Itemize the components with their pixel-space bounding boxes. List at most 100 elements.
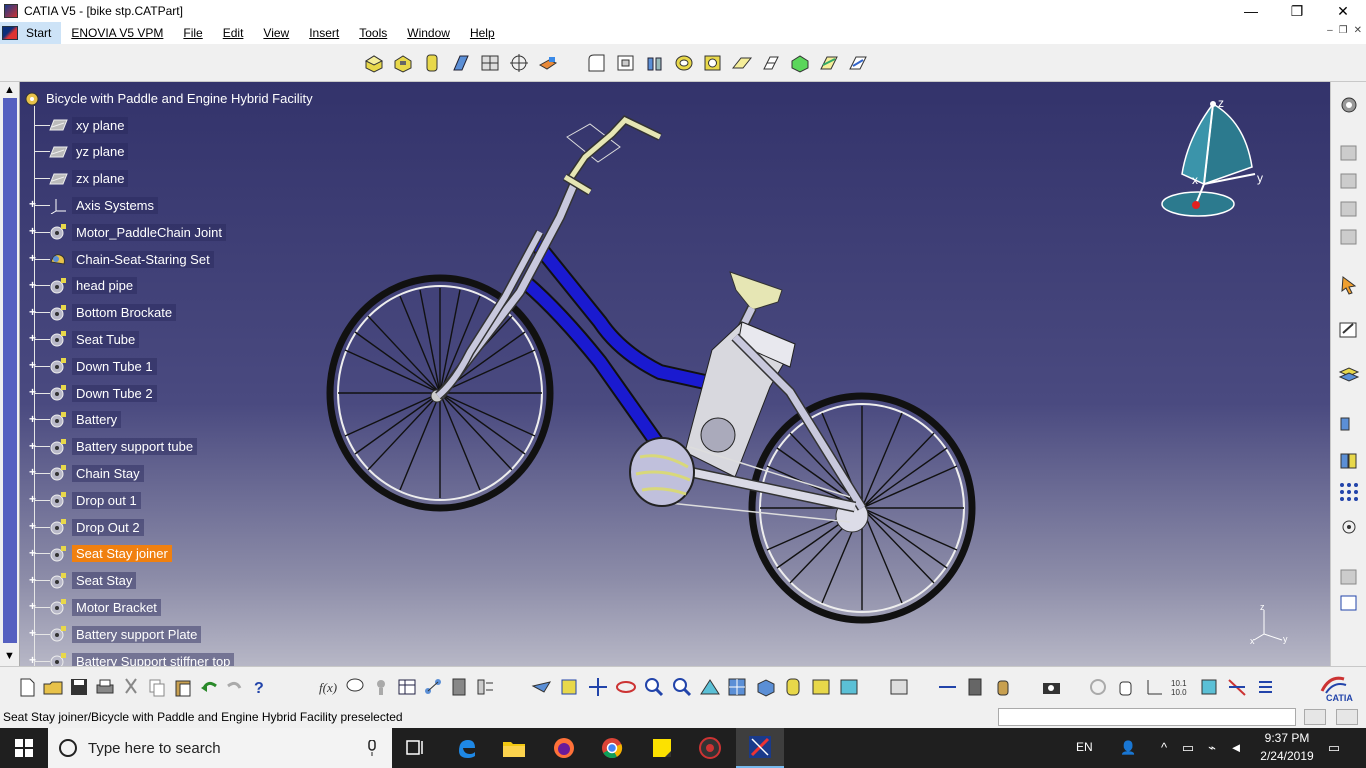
link-icon[interactable] bbox=[422, 676, 444, 698]
expand-plus-icon[interactable]: + bbox=[27, 252, 38, 264]
clock-time[interactable]: 9:37 PM bbox=[1256, 731, 1318, 745]
constraint-icon[interactable] bbox=[1337, 566, 1361, 588]
expand-plus-icon[interactable]: + bbox=[27, 493, 38, 505]
bicycle-model[interactable] bbox=[0, 82, 1330, 666]
new-document-icon[interactable] bbox=[16, 676, 38, 698]
measure-inertia-icon[interactable] bbox=[992, 676, 1016, 698]
notification-center-icon[interactable]: ▭ bbox=[1326, 740, 1342, 756]
layers-icon[interactable] bbox=[1337, 364, 1361, 386]
status-button-1[interactable] bbox=[1304, 709, 1326, 725]
multi-view-icon[interactable] bbox=[726, 676, 750, 698]
expand-plus-icon[interactable]: + bbox=[27, 279, 38, 291]
menu-file[interactable]: File bbox=[173, 26, 212, 40]
people-icon[interactable]: 👤 bbox=[1120, 740, 1136, 756]
save-icon[interactable] bbox=[68, 676, 90, 698]
menu-tools[interactable]: Tools bbox=[349, 26, 397, 40]
expand-plus-icon[interactable]: + bbox=[27, 359, 38, 371]
shell-icon[interactable] bbox=[672, 52, 696, 74]
sketcher-icon[interactable] bbox=[1337, 142, 1361, 164]
tree-node[interactable]: + Bottom Brockate bbox=[22, 302, 177, 324]
redo-icon[interactable] bbox=[224, 676, 246, 698]
expand-plus-icon[interactable]: + bbox=[27, 198, 38, 210]
tree-node[interactable]: + Drop Out 2 bbox=[22, 516, 144, 538]
clipping-icon[interactable] bbox=[1198, 676, 1222, 698]
scroll-down-arrow-icon[interactable]: ▼ bbox=[4, 650, 15, 662]
menu-view[interactable]: View bbox=[253, 26, 299, 40]
taskbar-chrome[interactable] bbox=[588, 728, 636, 768]
stiffener-icon[interactable] bbox=[478, 52, 502, 74]
menu-help[interactable]: Help bbox=[460, 26, 505, 40]
rule-icon[interactable] bbox=[370, 676, 392, 698]
capture-camera-icon[interactable] bbox=[1040, 676, 1064, 698]
point-icon[interactable] bbox=[1337, 198, 1361, 220]
copy-icon[interactable] bbox=[146, 676, 168, 698]
taskbar-catia[interactable] bbox=[736, 728, 784, 768]
update-icon[interactable] bbox=[888, 676, 912, 698]
swap-visible-space-icon[interactable] bbox=[838, 676, 862, 698]
network-icon[interactable]: ⌁ bbox=[1204, 740, 1220, 756]
tray-chevron-icon[interactable]: ^ bbox=[1156, 740, 1172, 756]
fly-mode-icon[interactable] bbox=[530, 676, 554, 698]
battery-icon[interactable]: ▭ bbox=[1180, 740, 1196, 756]
volume-icon[interactable]: ◄ bbox=[1228, 740, 1244, 756]
tree-node[interactable]: yz plane bbox=[22, 141, 129, 163]
expand-plus-icon[interactable]: + bbox=[27, 413, 38, 425]
expand-plus-icon[interactable]: + bbox=[27, 574, 38, 586]
3d-viewport[interactable]: ▲ ▼ Bicycle with Paddle and Engine Hybri… bbox=[0, 82, 1330, 666]
language-indicator[interactable]: EN bbox=[1076, 740, 1093, 754]
tree-scroll-thumb[interactable] bbox=[3, 98, 17, 643]
grid-icon[interactable] bbox=[1337, 480, 1361, 502]
zoom-in-icon[interactable] bbox=[642, 676, 666, 698]
expand-plus-icon[interactable]: + bbox=[27, 225, 38, 237]
expand-plus-icon[interactable]: + bbox=[27, 600, 38, 612]
status-button-2[interactable] bbox=[1336, 709, 1358, 725]
remove-face-icon[interactable] bbox=[846, 52, 870, 74]
tree-node[interactable]: + Motor Bracket bbox=[22, 596, 161, 618]
thick-surface-icon[interactable] bbox=[759, 52, 783, 74]
menu-enovia[interactable]: ENOVIA V5 VPM bbox=[61, 26, 173, 40]
taskbar-sticky-notes[interactable] bbox=[638, 728, 686, 768]
expand-plus-icon[interactable]: + bbox=[27, 654, 38, 666]
shaft-icon[interactable] bbox=[420, 52, 444, 74]
no-show-icon[interactable] bbox=[1226, 676, 1250, 698]
expand-plus-icon[interactable]: + bbox=[27, 466, 38, 478]
minimize-button[interactable]: — bbox=[1228, 0, 1274, 22]
tree-node[interactable]: + Drop out 1 bbox=[22, 489, 141, 511]
zoom-out-icon[interactable] bbox=[670, 676, 694, 698]
measure-item-icon[interactable] bbox=[964, 676, 988, 698]
split-icon[interactable] bbox=[730, 52, 754, 74]
taskbar-search-box[interactable]: Type here to search bbox=[48, 728, 392, 768]
taskbar-edge[interactable] bbox=[442, 728, 490, 768]
list-icon[interactable] bbox=[1254, 676, 1278, 698]
formula-icon[interactable]: f(x) bbox=[318, 676, 340, 698]
iso-view-icon[interactable] bbox=[754, 676, 778, 698]
select-arrow-icon[interactable] bbox=[1337, 274, 1361, 296]
expand-plus-icon[interactable]: + bbox=[27, 627, 38, 639]
task-view-button[interactable] bbox=[392, 728, 440, 768]
grid-spacing-icon[interactable]: 10.110.0 bbox=[1170, 676, 1194, 698]
tree-node[interactable]: + Seat Tube bbox=[22, 328, 140, 350]
tree-node[interactable]: + Down Tube 1 bbox=[22, 355, 157, 377]
tree-node[interactable]: + Seat Stay joiner bbox=[22, 543, 172, 565]
measure-icon[interactable] bbox=[1337, 412, 1361, 434]
rotate-icon[interactable] bbox=[614, 676, 638, 698]
comment-icon[interactable] bbox=[344, 676, 366, 698]
tree-node[interactable]: + Chain Stay bbox=[22, 462, 144, 484]
tree-node[interactable]: + head pipe bbox=[22, 275, 138, 297]
close-button[interactable]: ✕ bbox=[1320, 0, 1366, 22]
open-folder-icon[interactable] bbox=[42, 676, 64, 698]
scroll-up-arrow-icon[interactable]: ▲ bbox=[4, 84, 15, 96]
taskbar-file-explorer[interactable] bbox=[490, 728, 538, 768]
expand-plus-icon[interactable]: + bbox=[27, 547, 38, 559]
fit-all-icon[interactable] bbox=[558, 676, 582, 698]
menu-insert[interactable]: Insert bbox=[299, 26, 349, 40]
snap-icon[interactable] bbox=[1337, 516, 1361, 538]
sketch-positioned-icon[interactable] bbox=[1337, 170, 1361, 192]
sew-surface-icon[interactable] bbox=[817, 52, 841, 74]
tree-node[interactable]: + Chain-Seat-Staring Set bbox=[22, 248, 214, 270]
rib-icon[interactable] bbox=[449, 52, 473, 74]
tree-node[interactable]: + Down Tube 2 bbox=[22, 382, 157, 404]
measure-between-icon[interactable] bbox=[936, 676, 960, 698]
hide-show-icon[interactable] bbox=[810, 676, 834, 698]
thickness-icon[interactable] bbox=[701, 52, 725, 74]
